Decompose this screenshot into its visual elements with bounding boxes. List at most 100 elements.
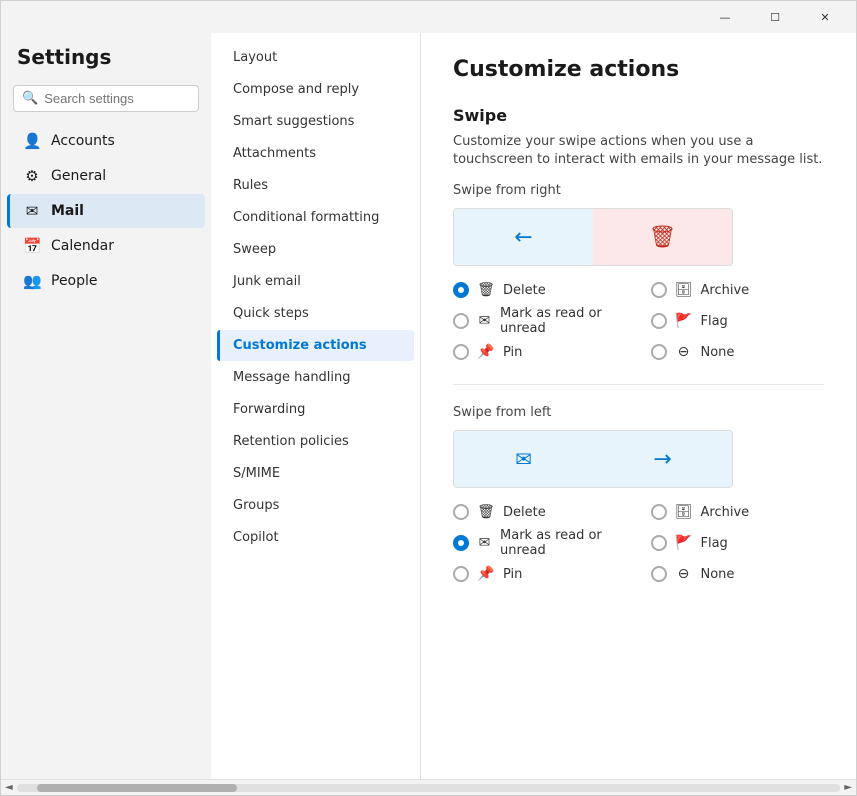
radio-pin-right[interactable] [453,344,469,360]
none-right-label: None [701,345,735,360]
swipe-left-left-btn[interactable]: ✉ [454,431,593,487]
option-none-right[interactable]: ⊖ None [651,344,825,360]
swipe-right-label: Swipe from right [453,183,824,198]
pin-left-label: Pin [503,567,522,582]
radio-archive-right[interactable] [651,282,667,298]
swipe-right-right-btn[interactable]: 🗑 [593,209,732,265]
swipe-left-left-icon: ✉ [515,447,532,471]
sidebar: Settings 🔍 👤 Accounts ⚙ General ✉ Mail 📅… [1,33,211,779]
sidebar-item-mail-label: Mail [51,203,84,219]
horizontal-scrollbar[interactable] [17,784,841,792]
accounts-icon: 👤 [23,132,41,150]
sidebar-item-accounts-label: Accounts [51,133,115,149]
archive-right-label: Archive [701,283,750,298]
mid-item-attachments[interactable]: Attachments [217,138,414,169]
swipe-left-buttons: ✉ → [453,430,733,488]
option-markread-left[interactable]: ✉ Mark as read or unread [453,528,627,558]
divider [453,384,824,385]
sidebar-item-people[interactable]: 👥 People [7,264,205,298]
radio-flag-right[interactable] [651,313,667,329]
option-flag-right[interactable]: 🚩 Flag [651,306,825,336]
delete-left-label: Delete [503,505,546,520]
radio-flag-left[interactable] [651,535,667,551]
mid-item-compose[interactable]: Compose and reply [217,74,414,105]
close-button[interactable]: ✕ [802,1,848,33]
mid-item-message[interactable]: Message handling [217,362,414,393]
search-icon: 🔍 [22,91,38,106]
radio-delete-right[interactable] [453,282,469,298]
radio-none-right[interactable] [651,344,667,360]
option-markread-right[interactable]: ✉ Mark as read or unread [453,306,627,336]
sidebar-item-people-label: People [51,273,98,289]
option-pin-right[interactable]: 📌 Pin [453,344,627,360]
sidebar-item-calendar[interactable]: 📅 Calendar [7,229,205,263]
pin-left-icon: 📌 [477,566,495,582]
mid-item-sweep[interactable]: Sweep [217,234,414,265]
swipe-right-left-btn[interactable]: ← [454,209,593,265]
mid-item-junk[interactable]: Junk email [217,266,414,297]
mid-item-groups[interactable]: Groups [217,490,414,521]
option-archive-left[interactable]: 🗄 Archive [651,504,825,520]
markread-left-label: Mark as read or unread [500,528,626,558]
mid-item-customize[interactable]: Customize actions [217,330,414,361]
general-icon: ⚙ [23,167,41,185]
scroll-right-button[interactable]: ► [844,782,852,793]
mid-item-conditional[interactable]: Conditional formatting [217,202,414,233]
flag-left-label: Flag [701,536,728,551]
mid-item-quicksteps[interactable]: Quick steps [217,298,414,329]
sidebar-item-mail[interactable]: ✉ Mail [7,194,205,228]
mid-item-rules[interactable]: Rules [217,170,414,201]
people-icon: 👥 [23,272,41,290]
none-left-label: None [701,567,735,582]
option-pin-left[interactable]: 📌 Pin [453,566,627,582]
mid-panel: Layout Compose and reply Smart suggestio… [211,33,421,779]
minimize-button[interactable]: — [702,1,748,33]
mid-item-layout[interactable]: Layout [217,42,414,73]
delete-left-icon: 🗑 [477,504,495,520]
option-archive-right[interactable]: 🗄 Archive [651,282,825,298]
calendar-icon: 📅 [23,237,41,255]
page-title: Customize actions [453,57,824,82]
markread-right-label: Mark as read or unread [500,306,626,336]
maximize-button[interactable]: ☐ [752,1,798,33]
option-none-left[interactable]: ⊖ None [651,566,825,582]
swipe-right-buttons: ← 🗑 [453,208,733,266]
horizontal-scrollbar-thumb[interactable] [37,784,237,792]
archive-icon: 🗄 [675,282,693,298]
search-input[interactable] [44,91,190,106]
scroll-left-button[interactable]: ◄ [5,782,13,793]
none-icon: ⊖ [675,344,693,360]
radio-none-left[interactable] [651,566,667,582]
mid-item-copilot[interactable]: Copilot [217,522,414,553]
radio-pin-left[interactable] [453,566,469,582]
sidebar-item-general[interactable]: ⚙ General [7,159,205,193]
radio-markread-left[interactable] [453,535,469,551]
swipe-left-right-btn[interactable]: → [593,431,732,487]
sidebar-item-general-label: General [51,168,106,184]
right-panel: Customize actions Swipe Customize your s… [421,33,856,779]
swipe-left-label: Swipe from left [453,405,824,420]
archive-left-icon: 🗄 [675,504,693,520]
delete-right-label: Delete [503,283,546,298]
markread-icon: ✉ [477,313,492,329]
main-window: — ☐ ✕ Settings 🔍 👤 Accounts ⚙ General ✉ … [0,0,857,796]
pin-icon: 📌 [477,344,495,360]
mid-item-smart[interactable]: Smart suggestions [217,106,414,137]
option-flag-left[interactable]: 🚩 Flag [651,528,825,558]
option-delete-right[interactable]: 🗑 Delete [453,282,627,298]
sidebar-title: Settings [1,45,211,85]
swipe-section-title: Swipe [453,106,824,125]
markread-left-icon: ✉ [477,535,492,551]
mid-item-forwarding[interactable]: Forwarding [217,394,414,425]
radio-markread-right[interactable] [453,313,469,329]
mid-item-retention[interactable]: Retention policies [217,426,414,457]
mid-item-smime[interactable]: S/MIME [217,458,414,489]
radio-archive-left[interactable] [651,504,667,520]
radio-delete-left[interactable] [453,504,469,520]
none-left-icon: ⊖ [675,566,693,582]
option-delete-left[interactable]: 🗑 Delete [453,504,627,520]
sidebar-item-accounts[interactable]: 👤 Accounts [7,124,205,158]
swipe-left-right-icon: → [653,447,671,472]
search-box[interactable]: 🔍 [13,85,199,112]
horizontal-scrollbar-area: ◄ ► [1,779,856,795]
